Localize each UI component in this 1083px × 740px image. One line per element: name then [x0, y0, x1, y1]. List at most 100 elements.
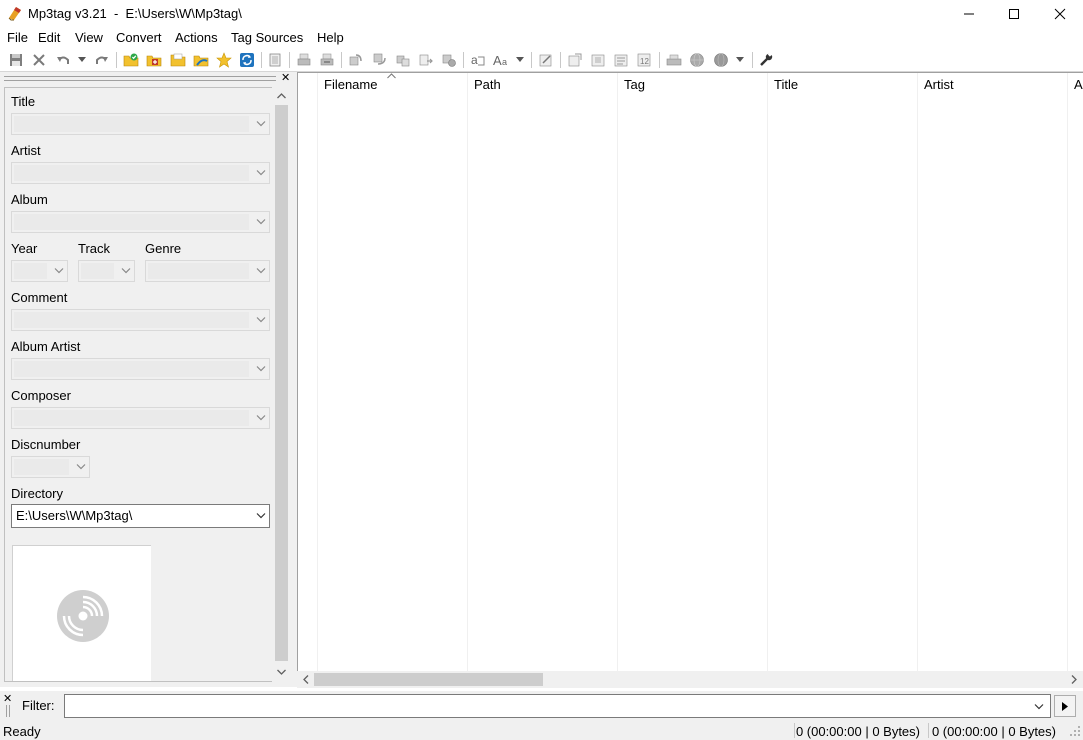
freedb-button[interactable]: [665, 51, 683, 69]
menu-help[interactable]: Help: [317, 30, 344, 45]
resize-grip-icon[interactable]: [1069, 725, 1081, 737]
column-divider[interactable]: [1067, 73, 1068, 671]
directory-label: Directory: [11, 486, 64, 501]
svg-text:a: a: [502, 57, 507, 67]
discnumber-combo[interactable]: [11, 456, 90, 478]
remove-tag-button[interactable]: [30, 51, 48, 69]
column-divider[interactable]: [917, 73, 918, 671]
undo-dropdown-button[interactable]: [75, 51, 89, 69]
add-directory-button[interactable]: [145, 51, 163, 69]
column-divider[interactable]: [617, 73, 618, 671]
scroll-up-icon[interactable]: [277, 93, 286, 99]
tag-sources-button[interactable]: [612, 51, 630, 69]
options-button[interactable]: [757, 51, 775, 69]
tag-panel-gripper[interactable]: [4, 76, 276, 81]
column-header-title[interactable]: Title: [774, 77, 798, 92]
redo-button[interactable]: [93, 51, 111, 69]
tag-panel-close-icon[interactable]: ✕: [281, 72, 290, 84]
save-button[interactable]: [7, 51, 25, 69]
composer-combo[interactable]: [11, 407, 270, 429]
scroll-left-icon[interactable]: [303, 675, 309, 684]
genre-label: Genre: [145, 241, 182, 256]
auto-number-icon: 12: [637, 53, 651, 67]
scroll-right-icon[interactable]: [1071, 675, 1077, 684]
minimize-button[interactable]: [946, 0, 992, 28]
case-dropdown-button[interactable]: [513, 51, 527, 69]
change-directory-button[interactable]: [122, 51, 140, 69]
column-divider[interactable]: [467, 73, 468, 671]
scroll-down-icon[interactable]: [277, 669, 286, 675]
tag-copy-button[interactable]: [566, 51, 584, 69]
case-dropdown-icon: [516, 57, 524, 62]
discogs-button[interactable]: [688, 51, 706, 69]
filename-to-tag-button[interactable]: [371, 51, 389, 69]
tag-panel-scrollbar[interactable]: [273, 87, 290, 682]
export-button[interactable]: [295, 51, 313, 69]
directory-combo[interactable]: E:\Users\W\Mp3tag\: [11, 504, 270, 528]
change-directory-icon: [123, 53, 139, 67]
file-list-horizontal-scrollbar[interactable]: [297, 671, 1083, 688]
replace-button[interactable]: a: [469, 51, 487, 69]
auto-number-button[interactable]: 12: [635, 51, 653, 69]
chevron-down-icon: [54, 268, 64, 274]
playlist-button[interactable]: [318, 51, 336, 69]
album-combo[interactable]: [11, 211, 270, 233]
favorites-button[interactable]: [215, 51, 233, 69]
year-label: Year: [11, 241, 38, 256]
horizontal-scroll-thumb[interactable]: [314, 673, 543, 686]
album-artist-label: Album Artist: [11, 339, 81, 354]
title-combo[interactable]: [11, 113, 270, 135]
web-sources-dropdown-button[interactable]: [733, 51, 747, 69]
maximize-button[interactable]: [991, 0, 1037, 28]
undo-button[interactable]: [54, 51, 72, 69]
comment-combo[interactable]: [11, 309, 270, 331]
text-file-to-tag-icon: [419, 54, 433, 66]
case-conversion-button[interactable]: Aa: [492, 51, 510, 69]
menu-convert[interactable]: Convert: [116, 30, 162, 45]
column-header-path[interactable]: Path: [474, 77, 501, 92]
refresh-button[interactable]: [238, 51, 256, 69]
text-file-to-tag-button[interactable]: [417, 51, 435, 69]
column-header-artist[interactable]: Artist: [924, 77, 954, 92]
edit-tag-button[interactable]: [537, 51, 555, 69]
tag-to-tag-button[interactable]: [394, 51, 412, 69]
filter-input[interactable]: [64, 694, 1051, 718]
web-source-globe-icon: [714, 53, 728, 67]
extended-tags-button[interactable]: [266, 51, 284, 69]
year-combo[interactable]: [11, 260, 68, 282]
album-artist-combo[interactable]: [11, 358, 270, 380]
close-button[interactable]: [1037, 0, 1083, 28]
chevron-down-icon: [256, 219, 266, 225]
chevron-down-icon: [256, 170, 266, 176]
menu-tag-sources[interactable]: Tag Sources: [231, 30, 303, 45]
genre-combo[interactable]: [145, 260, 270, 282]
web-sources-button[interactable]: [712, 51, 730, 69]
menu-file[interactable]: File: [7, 30, 28, 45]
title-label: Title: [11, 94, 36, 109]
filter-bar-close-icon[interactable]: ✕: [3, 694, 12, 705]
column-divider: [317, 73, 318, 671]
menu-edit[interactable]: Edit: [38, 30, 60, 45]
filter-bar-gripper[interactable]: [6, 705, 10, 717]
menu-actions[interactable]: Actions: [175, 30, 218, 45]
favorite-folder-button[interactable]: [192, 51, 210, 69]
open-folder-button[interactable]: [169, 51, 187, 69]
file-list[interactable]: Filename Path Tag Title Artist A: [297, 72, 1083, 672]
filename-to-tag-icon: [373, 53, 386, 65]
tag-panel-scroll-thumb[interactable]: [275, 105, 288, 661]
tag-paste-button[interactable]: [589, 51, 607, 69]
column-header-filename[interactable]: Filename: [324, 77, 377, 92]
track-combo[interactable]: [78, 260, 135, 282]
tag-to-filename-button[interactable]: [347, 51, 365, 69]
chevron-down-icon[interactable]: [1034, 704, 1044, 710]
column-header-album[interactable]: A: [1074, 77, 1083, 92]
cover-art-area[interactable]: [12, 545, 151, 681]
status-separator: [794, 723, 795, 738]
tag-panel-content: Title Artist Album Year Track Genre Comm…: [4, 87, 272, 682]
menu-view[interactable]: View: [75, 30, 103, 45]
column-header-tag[interactable]: Tag: [624, 77, 645, 92]
artist-combo[interactable]: [11, 162, 270, 184]
column-divider[interactable]: [767, 73, 768, 671]
filter-apply-button[interactable]: [1054, 695, 1076, 717]
actions-button[interactable]: [440, 51, 458, 69]
